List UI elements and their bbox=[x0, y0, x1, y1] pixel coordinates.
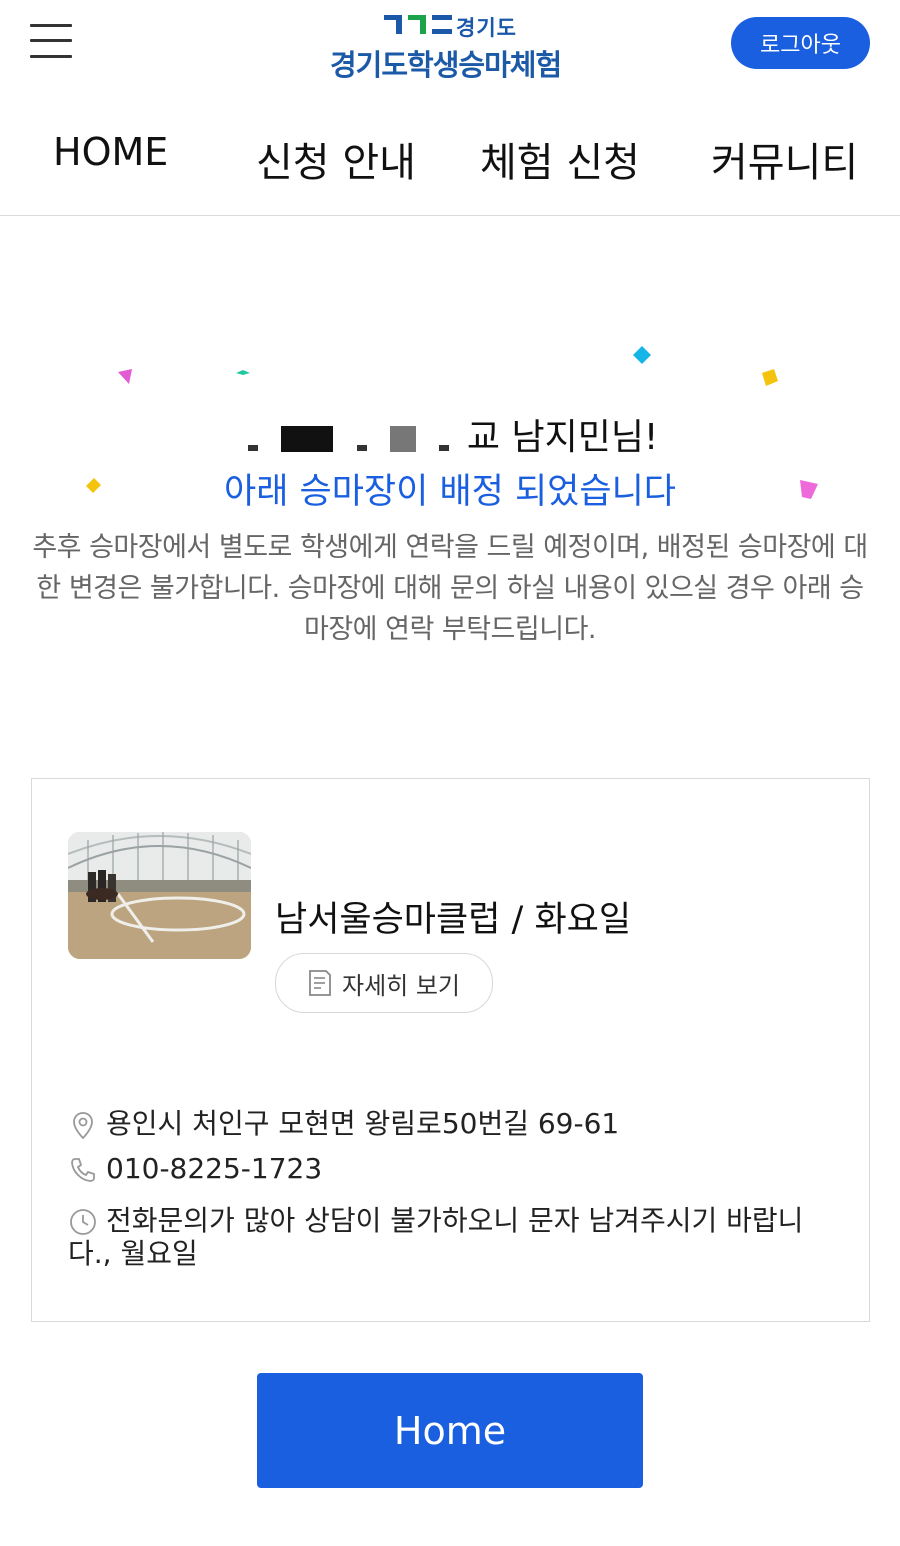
redacted-block bbox=[281, 426, 334, 452]
assignment-headline: 아래 승마장이 배정 되었습니다 bbox=[224, 472, 676, 512]
logout-button[interactable]: 로그아웃 bbox=[731, 17, 870, 69]
page: 경기도 경기도학생승마체험 로그아웃 HOME 신청 안내 체험 신청 커뮤니티… bbox=[0, 0, 900, 1546]
greeting-suffix: 교 남지민님! bbox=[466, 417, 659, 458]
main-nav: HOME 신청 안내 체험 신청 커뮤니티 bbox=[0, 110, 900, 216]
contact-note-row: 전화문의가 많아 상담이 불가하오니 문자 남겨주시기 바랍니다., 월요일 bbox=[68, 1204, 838, 1270]
confetti-piece bbox=[236, 370, 250, 375]
phone-number-text: 010-8225-1723 bbox=[106, 1152, 323, 1185]
assignment-notice: 추후 승마장에서 별도로 학생에게 연락을 드릴 예정이며, 배정된 승마장에 … bbox=[32, 532, 868, 645]
document-icon bbox=[309, 970, 331, 996]
phone-row[interactable]: 010-8225-1723 bbox=[68, 1152, 322, 1185]
redacted-block bbox=[356, 445, 367, 451]
contact-note-text: 전화문의가 많아 상담이 불가하오니 문자 남겨주시기 바랍니다., 월요일 bbox=[68, 1204, 804, 1270]
address-row: 용인시 처인구 모현면 왕림로50번길 69-61 bbox=[68, 1102, 619, 1142]
logo-mark-icon bbox=[384, 15, 452, 34]
riding-arena-photo bbox=[68, 832, 251, 959]
nav-home[interactable]: HOME bbox=[53, 130, 168, 174]
redacted-block bbox=[389, 426, 416, 452]
redacted-block bbox=[247, 445, 258, 451]
location-pin-icon bbox=[73, 1112, 93, 1140]
redacted-block bbox=[439, 445, 450, 451]
clock-icon bbox=[70, 1209, 96, 1235]
hamburger-menu-icon[interactable] bbox=[30, 22, 72, 60]
view-details-button[interactable]: 자세히 보기 bbox=[275, 953, 493, 1013]
header: 경기도 경기도학생승마체험 로그아웃 bbox=[0, 0, 900, 90]
nav-experience-apply[interactable]: 체험 신청 bbox=[480, 130, 640, 188]
nav-community[interactable]: 커뮤니티 bbox=[711, 130, 858, 188]
riding-club-name: 남서울승마클럽 / 화요일 bbox=[275, 900, 632, 940]
view-details-label: 자세히 보기 bbox=[341, 971, 461, 1000]
logo[interactable]: 경기도 경기도학생승마체험 bbox=[330, 12, 570, 82]
address-text: 용인시 처인구 모현면 왕림로50번길 69-61 bbox=[106, 1107, 620, 1140]
home-button[interactable]: Home bbox=[257, 1373, 643, 1488]
phone-icon bbox=[71, 1158, 95, 1182]
confetti-piece bbox=[118, 369, 132, 384]
greeting-text: 교 남지민님! bbox=[0, 408, 900, 460]
riding-club-card: 남서울승마클럽 / 화요일 자세히 보기 용인시 처인구 모현면 왕림로50번길… bbox=[31, 778, 870, 1322]
nav-application-guide[interactable]: 신청 안내 bbox=[256, 130, 416, 188]
confetti-piece bbox=[633, 346, 651, 364]
confetti-piece bbox=[762, 369, 778, 386]
logo-region-text: 경기도 bbox=[456, 16, 517, 40]
logo-title: 경기도학생승마체험 bbox=[330, 48, 562, 82]
